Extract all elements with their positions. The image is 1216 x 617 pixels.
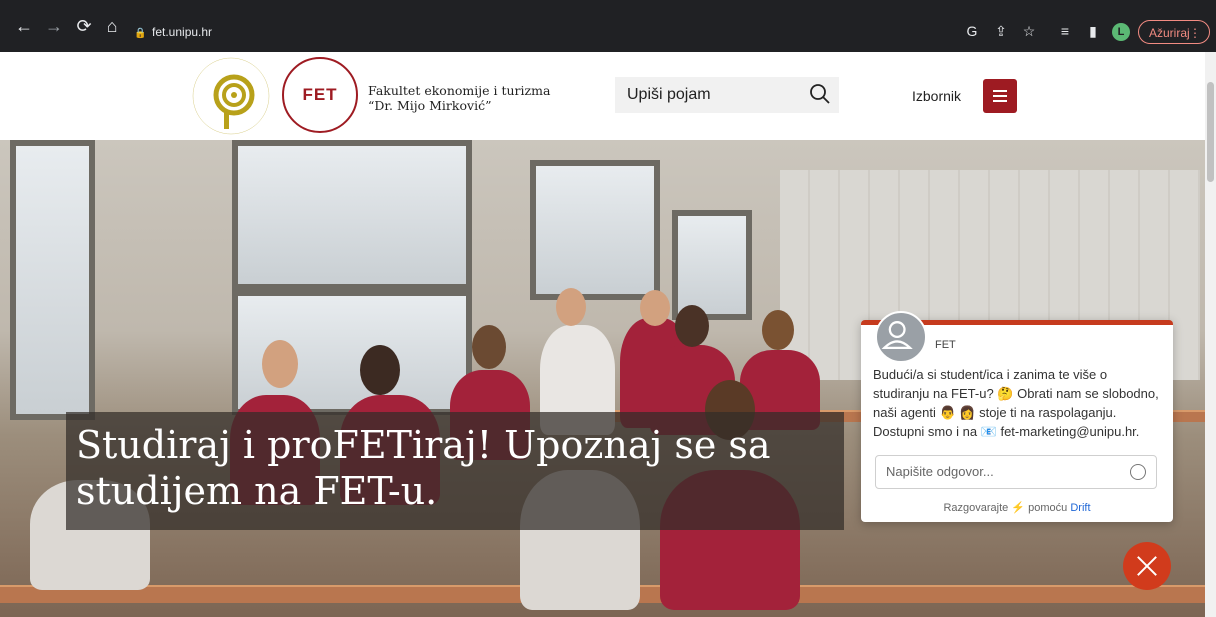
update-button[interactable]: Ažuriraj ⋮ (1138, 20, 1210, 44)
lock-icon: 🔒 (134, 28, 147, 39)
chat-message: Budući/a si student/ica i zanima te više… (873, 367, 1159, 439)
fet-logo[interactable]: FET (282, 57, 358, 133)
fet-logo-text: FET (302, 85, 338, 104)
university-logo[interactable] (190, 55, 272, 137)
menu-label[interactable]: Izbornik (912, 88, 961, 104)
address-bar[interactable]: 🔒 fet.unipu.hr (134, 20, 954, 44)
search-icon[interactable] (809, 83, 831, 105)
drift-link[interactable]: Drift (1070, 502, 1090, 514)
window (672, 210, 752, 320)
update-label: Ažuriraj (1149, 26, 1190, 40)
scrollbar[interactable] (1205, 52, 1216, 617)
agent-avatar (875, 311, 927, 363)
search-placeholder: Upiši pojam (627, 86, 711, 103)
person-head (262, 340, 298, 388)
powered-by: Razgovarajte ⚡ pomoću Drift (861, 501, 1173, 514)
share-icon[interactable]: ⇪ (992, 22, 1010, 40)
close-icon[interactable] (1123, 542, 1171, 590)
person-head (762, 310, 794, 350)
window (232, 140, 472, 290)
browser-toolbar: ← → ⟳ ⌂ 🔒 fet.unipu.hr G ⇪ ☆ ≡ ▮ L Ažurir… (0, 0, 1216, 52)
person-head (472, 325, 506, 369)
profile-avatar[interactable]: L (1112, 23, 1130, 41)
user-icon (881, 321, 913, 349)
powered-prefix: Razgovarajte (943, 502, 1009, 514)
reload-icon[interactable]: ⟳ (72, 14, 96, 38)
hero-headline: Studiraj i proFETiraj! Upoznaj se sa stu… (76, 423, 771, 513)
agent-name: FET (935, 339, 956, 351)
bolt-icon: ⚡ (1011, 502, 1026, 514)
hamburger-icon[interactable] (983, 79, 1017, 113)
faculty-name-line2: “Dr. Mijo Mirković” (368, 98, 492, 113)
reading-list-icon[interactable]: ≡ (1056, 22, 1074, 40)
person-head (640, 290, 670, 326)
side-panel-icon[interactable]: ▮ (1084, 22, 1102, 40)
reply-input[interactable]: Napišite odgovor... (875, 455, 1157, 489)
chat-widget[interactable]: FET Budući/a si student/ica i zanima te … (861, 311, 1173, 522)
person-head (556, 288, 586, 326)
faculty-name-line1: Fakultet ekonomije i turizma (368, 83, 551, 98)
scrollbar-thumb[interactable] (1207, 82, 1214, 182)
hero-caption: Studiraj i proFETiraj! Upoznaj se sa stu… (66, 412, 844, 530)
url-text: fet.unipu.hr (152, 25, 213, 39)
forward-icon[interactable]: → (42, 14, 66, 38)
star-icon[interactable]: ☆ (1020, 22, 1038, 40)
home-icon[interactable]: ⌂ (100, 14, 124, 38)
person-head (675, 305, 709, 347)
window (530, 160, 660, 300)
emoji-icon[interactable] (1130, 464, 1146, 480)
person-head (360, 345, 400, 395)
more-icon: ⋮ (1189, 26, 1201, 40)
reply-placeholder: Napišite odgovor... (886, 464, 994, 479)
search-field[interactable]: Upiši pojam (615, 77, 839, 113)
faculty-name: Fakultet ekonomije i turizma “Dr. Mijo M… (368, 83, 550, 113)
window (10, 140, 95, 420)
site-header: FET Fakultet ekonomije i turizma “Dr. Mi… (0, 52, 1205, 140)
back-icon[interactable]: ← (12, 14, 36, 38)
powered-middle: pomoću (1028, 502, 1068, 514)
google-icon[interactable]: G (963, 22, 981, 40)
